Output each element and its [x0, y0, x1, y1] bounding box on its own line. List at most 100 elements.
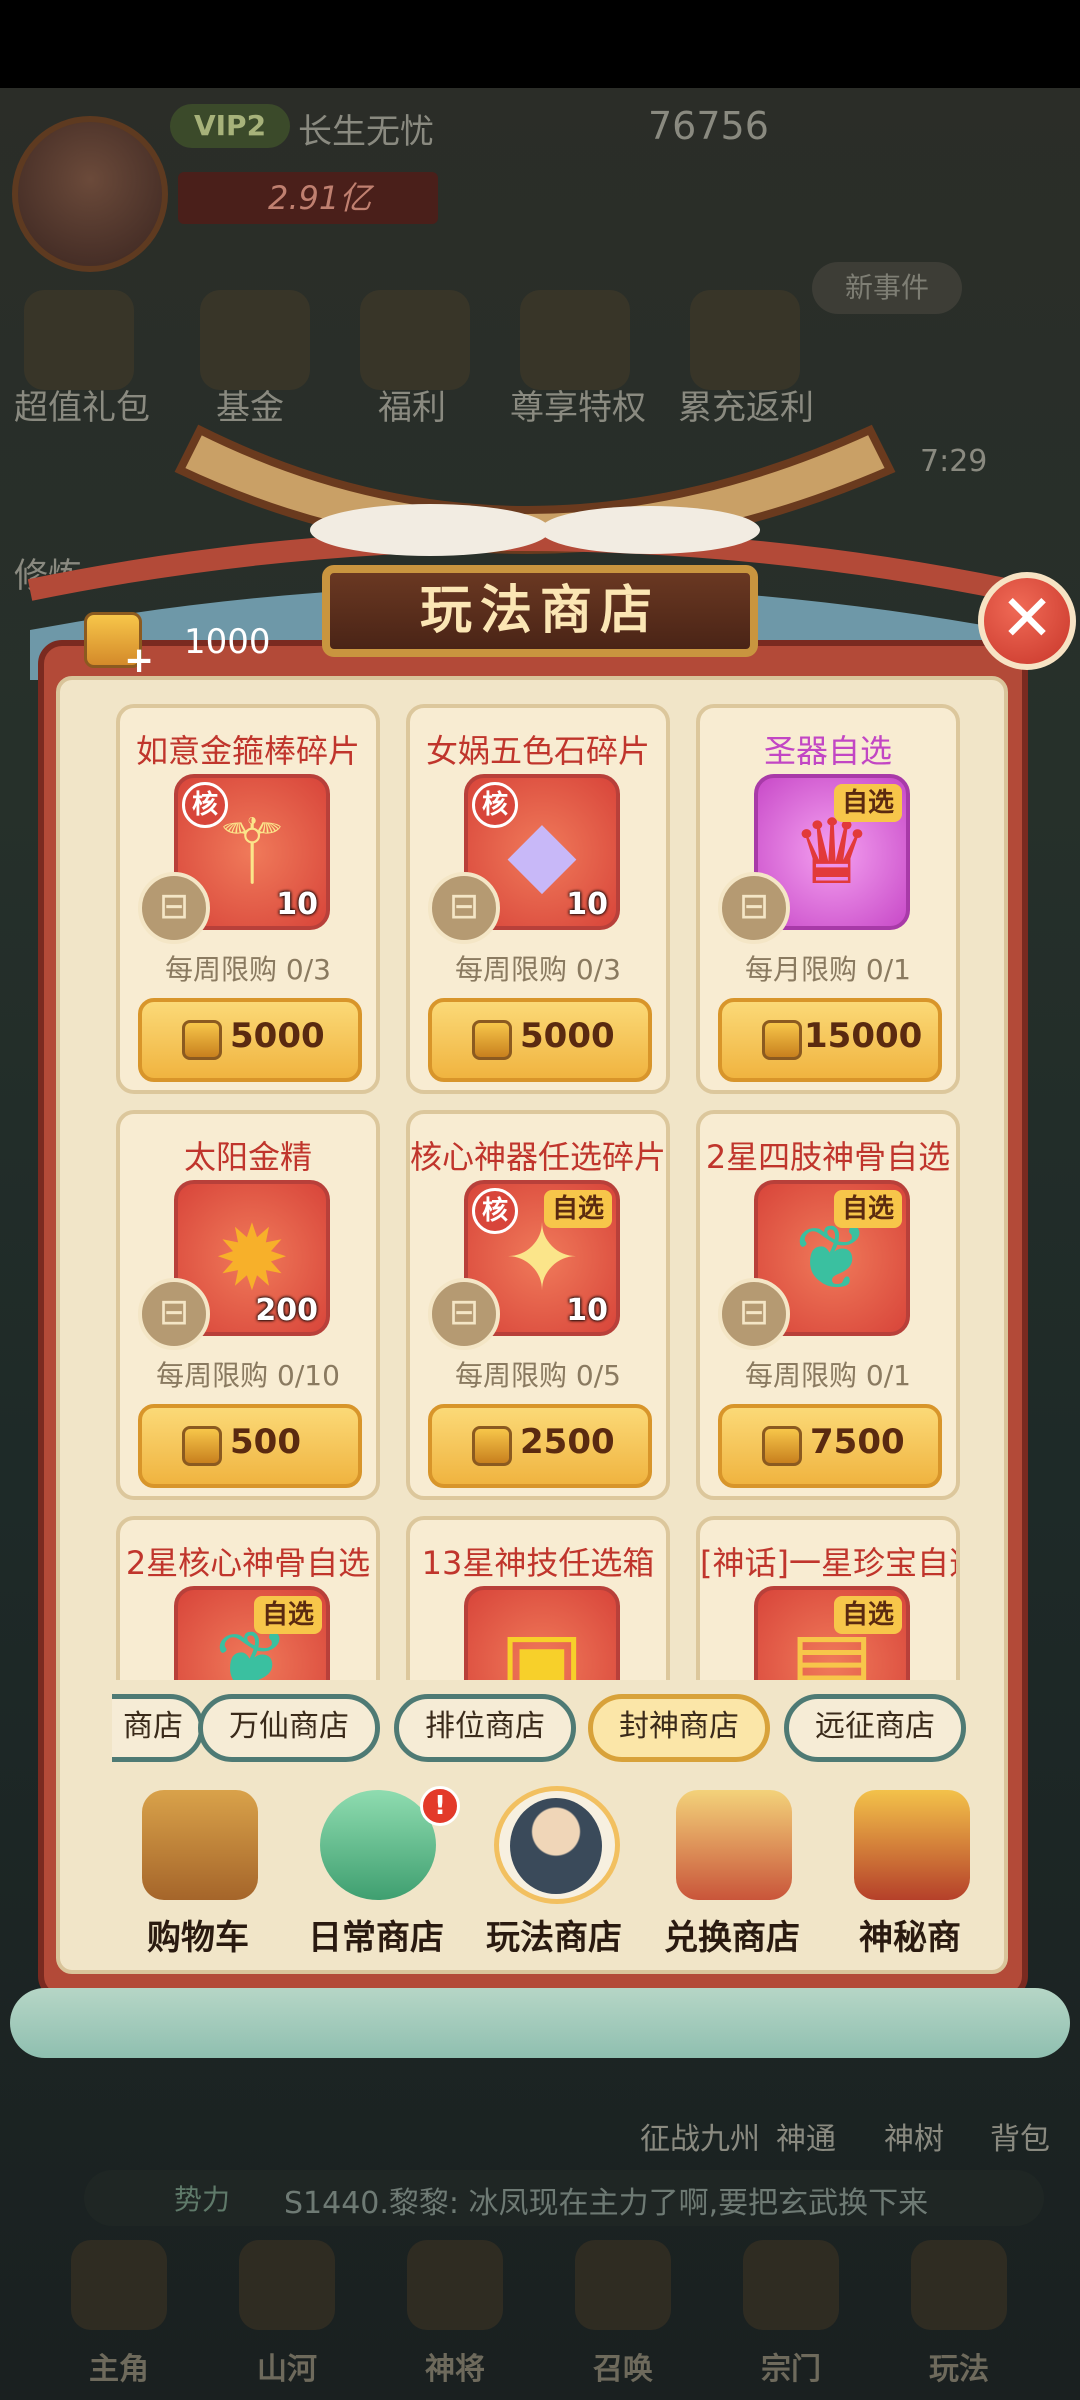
item-art: ▤ 自选	[754, 1586, 910, 1680]
activity-label-0: 征战九州	[640, 2122, 760, 2157]
buy-button[interactable]: 7500	[718, 1404, 942, 1488]
tab-wanxian[interactable]: 万仙商店	[198, 1694, 380, 1762]
choose-badge: 自选	[833, 1190, 902, 1228]
category-label: 玩法商店	[486, 1918, 622, 1958]
purchase-limit: 每周限购 0/10	[156, 1359, 340, 1392]
nav-label: 神将	[425, 2352, 485, 2387]
nav-label: 宗门	[761, 2352, 821, 2387]
shop-item-card[interactable]: 女娲五色石碎片 ◆ 核 10 ⊟ 每周限购 0/3 5000	[406, 704, 670, 1094]
item-name: 核心神器任选碎片	[410, 1138, 666, 1176]
shop-title: 玩法商店	[322, 565, 758, 657]
category-label: 日常商店	[308, 1918, 444, 1958]
buy-button[interactable]: 500	[138, 1404, 362, 1488]
news-bubble: 新事件	[812, 262, 962, 314]
item-name: 女娲五色石碎片	[425, 732, 650, 770]
welfare-icon	[360, 290, 470, 390]
item-art: ▣	[464, 1586, 620, 1680]
treasure-chest-icon	[854, 1790, 970, 1900]
tab-label: 远征商店	[815, 1709, 935, 1744]
category-cart[interactable]: 购物车	[112, 1786, 284, 1976]
shop-item-card[interactable]: 圣器自选 ♛ 自选 ⊟ 每月限购 0/1 15000	[696, 704, 960, 1094]
category-label: 购物车	[147, 1918, 249, 1958]
tab-fengshen[interactable]: 封神商店	[588, 1694, 770, 1762]
add-currency-icon[interactable]: +	[124, 640, 154, 681]
recharge-icon	[690, 290, 800, 390]
cart-icon[interactable]: ⊟	[428, 872, 500, 944]
choose-badge: 自选	[833, 784, 902, 822]
token-coin-icon	[182, 1020, 222, 1060]
close-button[interactable]: ✕	[978, 572, 1076, 670]
category-gameplay[interactable]: 玩法商店	[468, 1786, 640, 1976]
category-mystery[interactable]: 神秘商	[824, 1786, 970, 1976]
player-title: 长生无忧	[298, 112, 434, 152]
cloud-base	[10, 1988, 1070, 2058]
shop-item-card[interactable]: 13星神技任选箱 ▣	[406, 1516, 670, 1680]
item-name: 如意金箍棒碎片	[135, 732, 360, 770]
nav-label: 召唤	[593, 2352, 653, 2387]
item-name: 太阳金精	[183, 1138, 312, 1176]
nav-generals: 神将	[400, 2240, 510, 2387]
item-name: 圣器自选	[763, 732, 892, 770]
activity-label-2: 神树	[884, 2122, 944, 2157]
category-label: 神秘商	[859, 1918, 961, 1958]
token-coin-icon	[472, 1426, 512, 1466]
buy-button[interactable]: 5000	[138, 998, 362, 1082]
tab-label: 封神商店	[619, 1709, 739, 1744]
nav-label: 主角	[89, 2352, 149, 2387]
cart-icon[interactable]: ⊟	[718, 872, 790, 944]
purchase-limit: 每周限购 0/3	[455, 953, 621, 986]
shop-item-card[interactable]: 核心神器任选碎片 ✦ 核 自选 10 ⊟ 每周限购 0/5 2500	[406, 1110, 670, 1500]
purchase-limit: 每周限购 0/1	[745, 1359, 911, 1392]
shop-item-card[interactable]: 如意金箍棒碎片 ⚚ 核 10 ⊟ 每周限购 0/3 5000	[116, 704, 380, 1094]
shop-item-card[interactable]: 太阳金精 ✹ 200 ⊟ 每周限购 0/10 500	[116, 1110, 380, 1500]
shop-item-card[interactable]: 2星四肢神骨自选 ❦ 自选 ⊟ 每周限购 0/1 7500	[696, 1110, 960, 1500]
nav-hero: 主角	[64, 2240, 174, 2387]
token-coin-icon	[182, 1426, 222, 1466]
buy-button[interactable]: 5000	[428, 998, 652, 1082]
cart-icon[interactable]: ⊟	[428, 1278, 500, 1350]
item-quantity: 10	[566, 1293, 608, 1328]
tab-label: 商店	[123, 1709, 183, 1744]
choose-badge: 自选	[833, 1596, 902, 1634]
nav-label: 玩法	[929, 2352, 989, 2387]
scholar-portrait-icon	[510, 1798, 602, 1894]
category-label: 兑换商店	[664, 1918, 800, 1958]
price: 2500	[520, 1422, 615, 1462]
tab-shop-partial[interactable]: 商店	[112, 1694, 204, 1762]
item-quantity: 10	[566, 887, 608, 922]
token-coin-icon	[762, 1020, 802, 1060]
price: 7500	[810, 1422, 905, 1462]
gift-pack-icon	[24, 290, 134, 390]
chat-message: S1440.黎黎: 冰凤现在主力了啊,要把玄武换下来	[284, 2186, 929, 2221]
core-badge: 核	[472, 782, 518, 828]
activity-label-3: 背包	[990, 2122, 1050, 2157]
vip-badge: VIP2	[170, 104, 290, 148]
tab-label: 万仙商店	[229, 1709, 349, 1744]
core-badge: 核	[472, 1188, 518, 1234]
cart-icon[interactable]: ⊟	[718, 1278, 790, 1350]
shop-tabs[interactable]: 商店 万仙商店 排位商店 封神商店 远征商店	[112, 1694, 970, 1766]
tab-expedition[interactable]: 远征商店	[784, 1694, 966, 1762]
nav-sect: 宗门	[736, 2240, 846, 2387]
buy-button[interactable]: 2500	[428, 1404, 652, 1488]
close-icon: ✕	[1000, 582, 1054, 656]
shopping-basket-icon	[142, 1790, 258, 1900]
jade-amount: 76756	[648, 104, 769, 148]
item-grid[interactable]: 如意金箍棒碎片 ⚚ 核 10 ⊟ 每周限购 0/3 5000 女娲五色石碎片 ◆…	[110, 700, 980, 1680]
alert-icon: !	[420, 1786, 460, 1826]
category-exchange[interactable]: 兑换商店	[646, 1786, 818, 1976]
currency-amount: 1000	[184, 622, 271, 662]
skill-book-icon: ▣	[499, 1612, 585, 1680]
tab-ranking[interactable]: 排位商店	[394, 1694, 576, 1762]
buy-button[interactable]: 15000	[718, 998, 942, 1082]
category-daily[interactable]: ! 日常商店	[290, 1786, 462, 1976]
cart-icon[interactable]: ⊟	[138, 1278, 210, 1350]
shop-item-card[interactable]: [神话]一星珍宝自选 ▤ 自选	[696, 1516, 960, 1680]
cart-icon[interactable]: ⊟	[138, 872, 210, 944]
shop-categories[interactable]: 购物车 ! 日常商店 玩法商店 兑换商店 神秘商	[112, 1786, 970, 1976]
jade-pendant-icon	[320, 1790, 436, 1900]
player-avatar	[12, 116, 168, 272]
shop-item-card[interactable]: 2星核心神骨自选 ❦ 自选	[116, 1516, 380, 1680]
power-value: 2.91亿	[178, 172, 438, 224]
status-bar	[0, 0, 1080, 88]
